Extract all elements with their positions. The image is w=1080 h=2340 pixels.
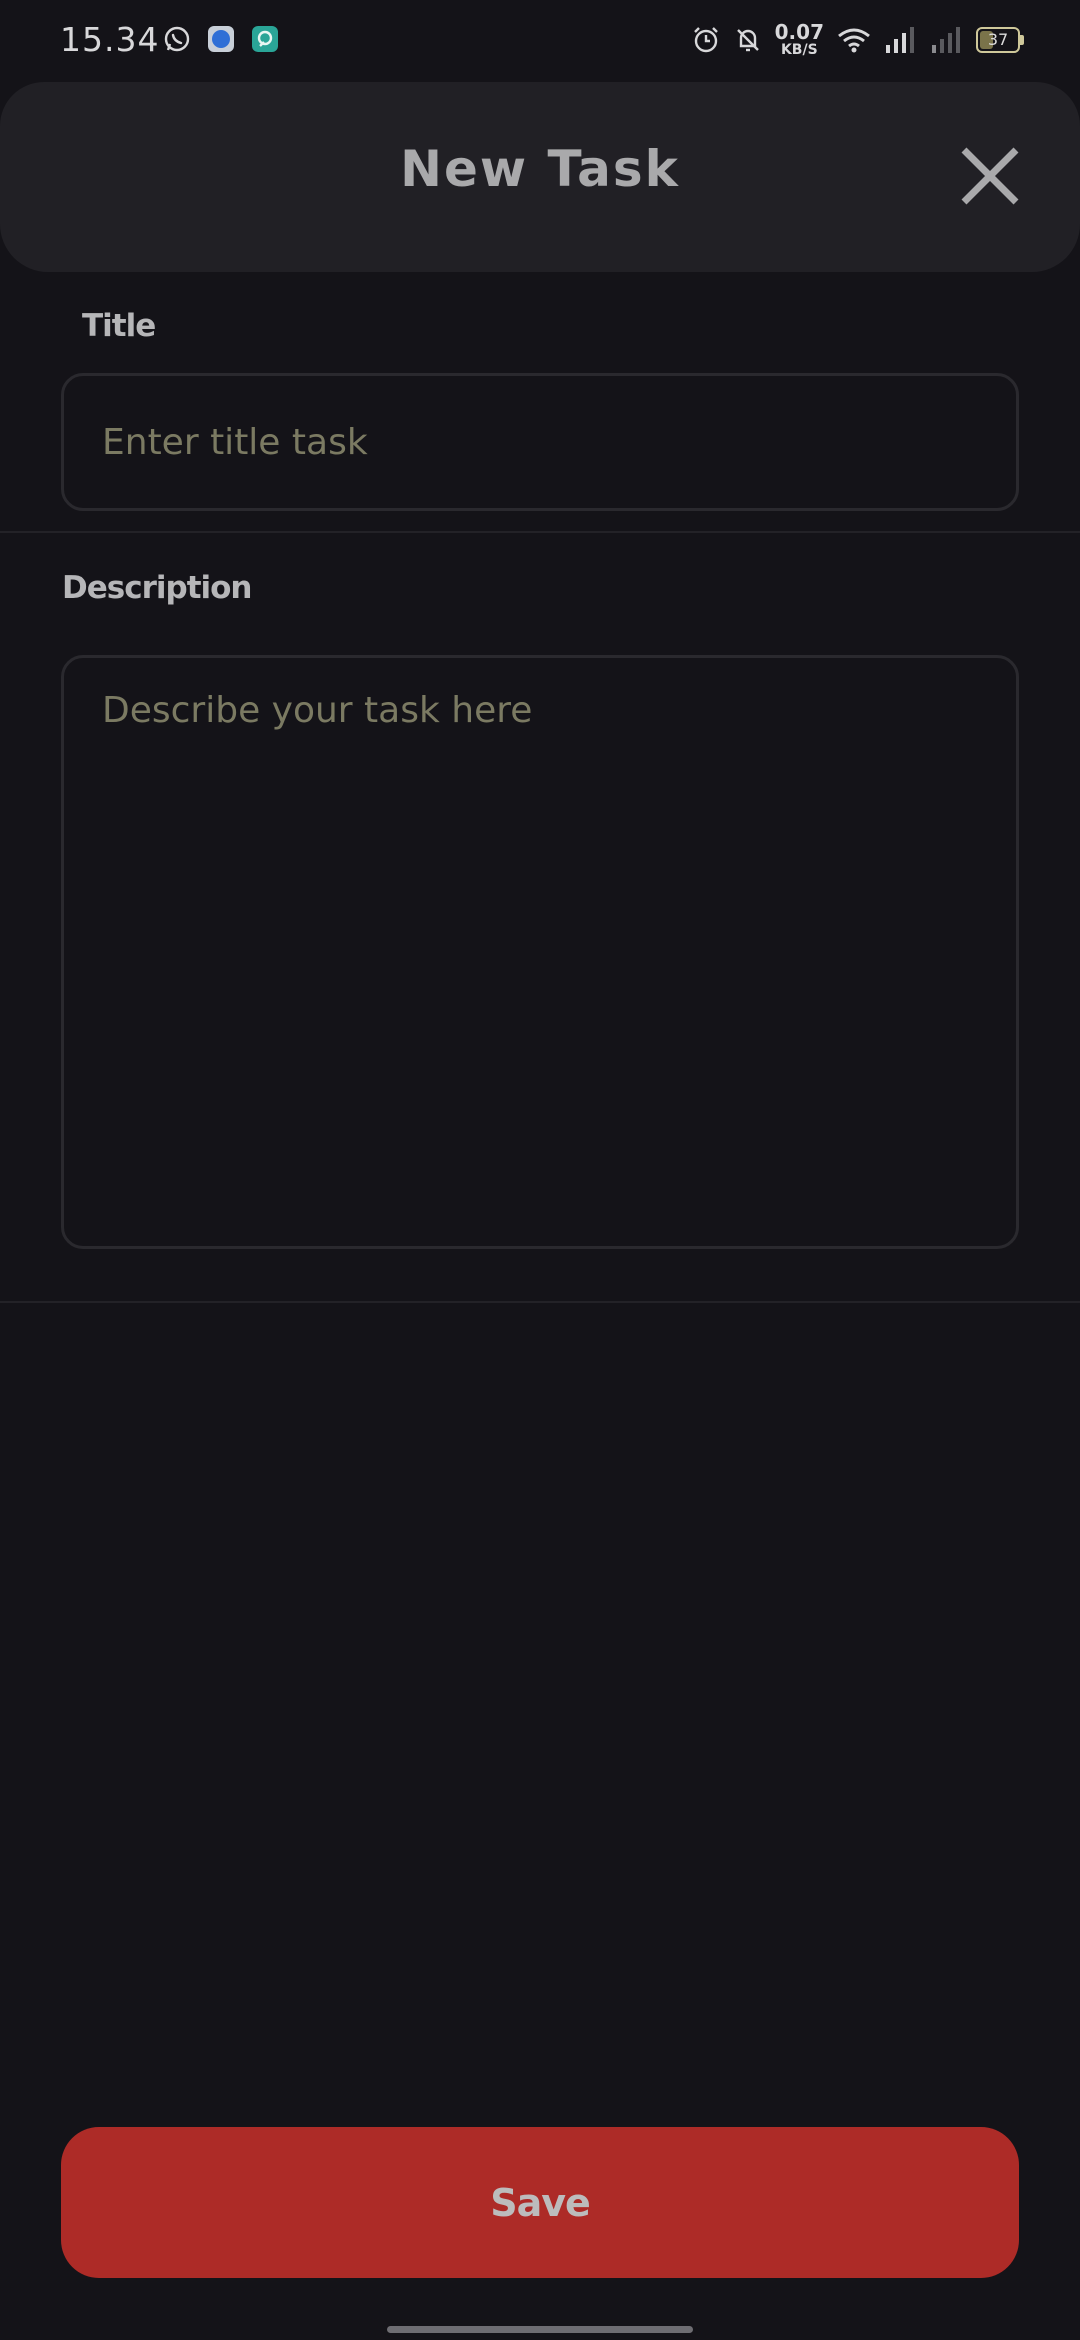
signal-icon-2 bbox=[932, 26, 960, 53]
network-speed-unit: KB/S bbox=[780, 42, 818, 58]
title-input[interactable] bbox=[61, 373, 1019, 511]
status-bar: 15.34 0.07 KB/S 37 bbox=[0, 0, 1080, 82]
battery-body: 37 bbox=[976, 26, 1020, 53]
app-blue-icon bbox=[208, 26, 234, 52]
alarm-icon bbox=[693, 26, 718, 52]
description-label: Description bbox=[62, 570, 253, 606]
signal-icon bbox=[886, 26, 914, 53]
whatsapp-icon bbox=[164, 26, 190, 52]
home-indicator[interactable] bbox=[387, 2326, 693, 2333]
title-label: Title bbox=[82, 308, 156, 344]
wifi-icon bbox=[838, 28, 870, 52]
page-title: New Task bbox=[400, 140, 680, 198]
battery-percent: 37 bbox=[987, 30, 1009, 49]
save-button[interactable]: Save bbox=[61, 2127, 1019, 2278]
network-speed-value: 0.07 bbox=[774, 20, 824, 44]
new-task-screen: 15.34 0.07 KB/S 37 New Task Title Enter … bbox=[0, 0, 1080, 2340]
status-right: 0.07 KB/S 37 bbox=[691, 22, 1024, 57]
divider bbox=[0, 1301, 1080, 1303]
bell-off-icon bbox=[736, 28, 759, 51]
close-icon[interactable] bbox=[958, 144, 1022, 208]
description-input[interactable] bbox=[61, 655, 1019, 1249]
status-time: 15.34 bbox=[60, 20, 160, 59]
header-sheet: New Task bbox=[0, 82, 1080, 272]
divider bbox=[0, 531, 1080, 533]
battery-icon: 37 bbox=[976, 26, 1024, 53]
notification-icons bbox=[162, 24, 280, 54]
network-speed: 0.07 KB/S bbox=[775, 22, 824, 57]
app-teal-icon bbox=[252, 26, 278, 52]
battery-tip bbox=[1020, 34, 1024, 45]
